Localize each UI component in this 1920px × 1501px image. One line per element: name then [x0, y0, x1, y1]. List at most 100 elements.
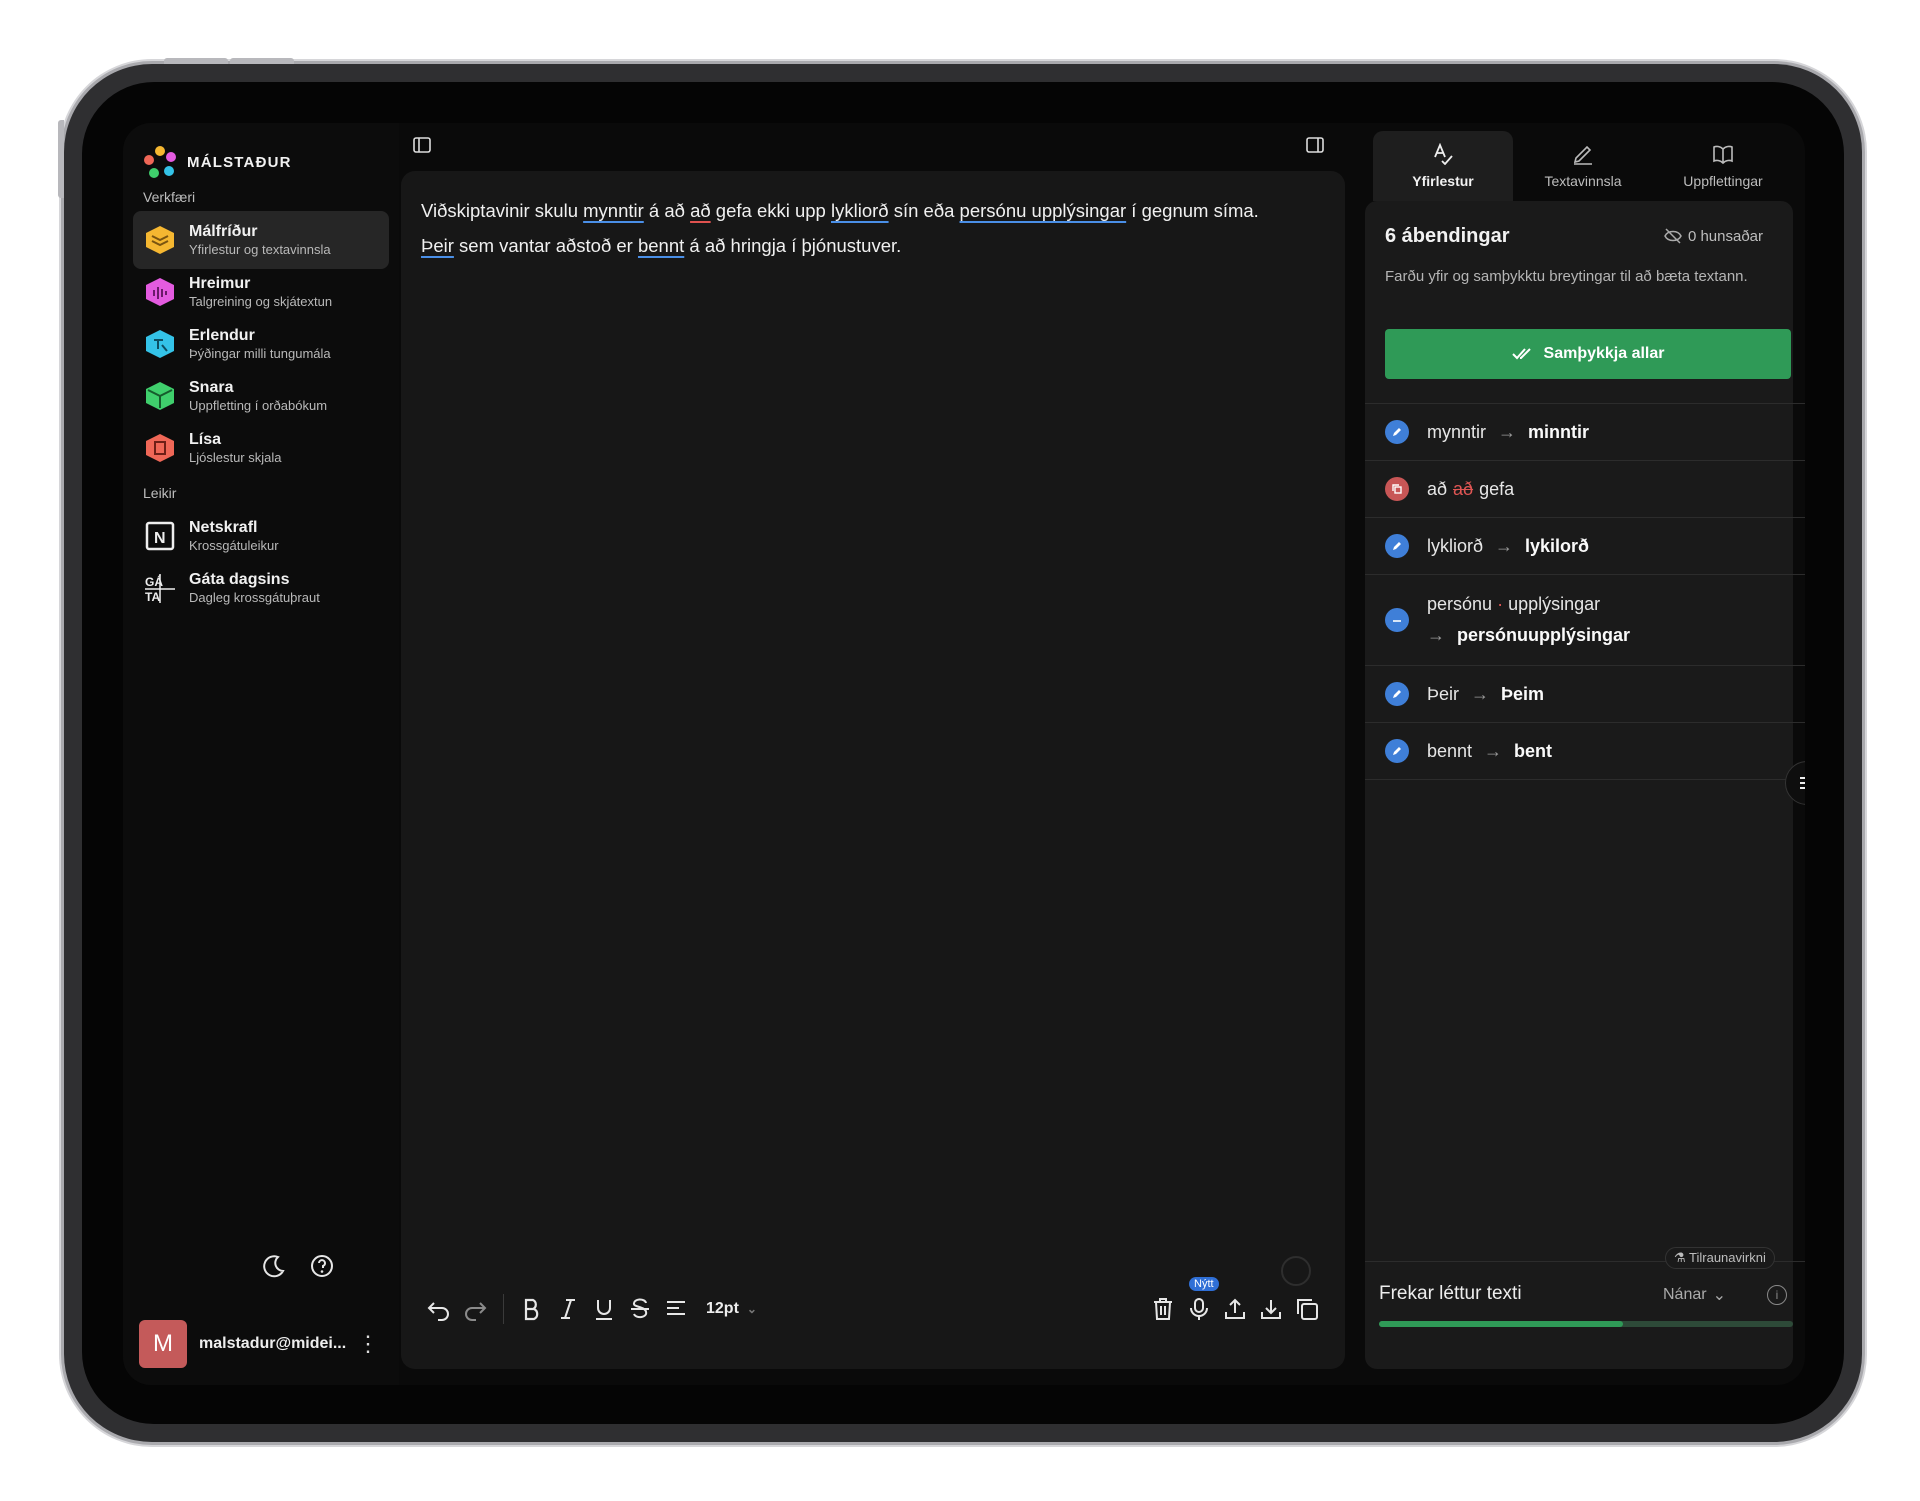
sidebar-item-snara[interactable]: Snara Uppfletting í orðabókum	[133, 367, 389, 425]
layers-icon	[146, 226, 174, 254]
suggestion-context: gefa	[1479, 478, 1515, 499]
suggestion-original: lykliorð	[1427, 535, 1484, 556]
tab-uppflettingar[interactable]: Uppflettingar	[1653, 131, 1793, 201]
tab-yfirlestur[interactable]: Yfirlestur	[1373, 131, 1513, 201]
accept-all-button[interactable]: Samþykkja allar	[1385, 329, 1791, 379]
suggestion-replacement: bent	[1514, 740, 1553, 761]
join-icon	[1385, 608, 1409, 632]
suggestion-item[interactable]: að að gefa	[1365, 460, 1805, 517]
toolbar-divider	[503, 1294, 504, 1324]
tab-label: Textavinnsla	[1544, 173, 1622, 189]
delete-button[interactable]	[1145, 1291, 1181, 1327]
suggestion-item[interactable]: persónu · upplýsingar → persónuupplýsinga…	[1365, 574, 1805, 665]
tools-section-label: Verkfæri	[143, 189, 196, 205]
text-segment: í gegnum síma.	[1126, 200, 1259, 221]
text-editor[interactable]: Viðskiptavinir skulu mynntir á að að gef…	[401, 171, 1345, 1369]
suggestion-item[interactable]: Þeir → Þeim	[1365, 665, 1805, 722]
flagged-word[interactable]: bennt	[638, 235, 684, 256]
right-panel-tabs: Yfirlestur Textavinnsla Uppflettingar	[1373, 131, 1793, 201]
panel-toggle-icon[interactable]	[1306, 137, 1324, 153]
netskrafl-icon: N	[145, 521, 175, 551]
user-menu[interactable]: M malstadur@midei... ⋮	[139, 1319, 389, 1369]
sidebar-item-title: Erlendur	[189, 327, 255, 344]
copy-icon	[1297, 1299, 1318, 1320]
sidebar-item-gata-dagsins[interactable]: GÁ TA Gáta dagsins Dagleg krossgátuþraut	[133, 559, 389, 617]
flagged-word[interactable]: lykliorð	[831, 200, 889, 221]
sidebar-item-subtitle: Talgreining og skjátextun	[189, 294, 333, 309]
upload-icon	[1225, 1298, 1245, 1319]
suggestion-original: mynntir	[1427, 421, 1487, 442]
undo-button[interactable]	[421, 1291, 457, 1327]
new-badge: Nýtt	[1189, 1277, 1219, 1291]
readability-bar-fill	[1379, 1321, 1624, 1327]
font-size-select[interactable]: 12pt ⌄	[706, 1300, 757, 1318]
microphone-icon	[1190, 1298, 1208, 1320]
double-check-icon	[1511, 348, 1531, 360]
suggestion-item[interactable]: mynntir → minntir	[1365, 403, 1805, 460]
suggestion-original: Þeir	[1427, 683, 1460, 704]
pen-icon	[1573, 145, 1592, 165]
sidebar-item-malfridur[interactable]: Málfríður Yfirlestur og textavinnsla	[133, 211, 389, 269]
tab-textavinnsla[interactable]: Textavinnsla	[1513, 131, 1653, 201]
tab-label: Uppflettingar	[1683, 173, 1763, 189]
text-segment: sem vantar aðstoð er	[453, 235, 638, 256]
readability-title: Frekar léttur texti	[1379, 1283, 1522, 1304]
redo-button[interactable]	[457, 1291, 493, 1327]
align-button[interactable]	[658, 1291, 694, 1327]
suggestion-replacement: Þeim	[1501, 683, 1545, 704]
sidebar-item-netskrafl[interactable]: N Netskrafl Krossgátuleikur	[133, 507, 389, 565]
italic-button[interactable]	[550, 1291, 586, 1327]
help-icon[interactable]	[309, 1253, 335, 1279]
suggestion-item[interactable]: lykliorð → lykilorð	[1365, 517, 1805, 574]
bold-button[interactable]	[514, 1291, 550, 1327]
text-segment: gefa ekki upp	[710, 200, 831, 221]
moon-icon[interactable]	[261, 1253, 287, 1279]
strikethrough-button[interactable]	[622, 1291, 658, 1327]
text-segment: Viðskiptavinir skulu	[421, 200, 584, 221]
sidebar-item-erlendur[interactable]: Erlendur Þýðingar milli tungumála	[133, 315, 389, 373]
user-email: malstadur@midei...	[199, 1335, 347, 1352]
gata-icon: GÁTA	[145, 574, 175, 604]
ignored-count: 0 hunsaðar	[1687, 227, 1763, 245]
flagged-word[interactable]: persónu upplýsingar	[960, 200, 1127, 221]
download-button[interactable]	[1253, 1291, 1289, 1327]
sidebar-toggle-icon[interactable]	[413, 137, 431, 153]
editor-content[interactable]: Viðskiptavinir skulu mynntir á að að gef…	[421, 193, 1315, 263]
suggestion-deleted: að	[1453, 478, 1474, 499]
info-icon[interactable]: i	[1767, 1285, 1787, 1305]
tab-label: Yfirlestur	[1412, 173, 1474, 189]
underline-button[interactable]	[586, 1291, 622, 1327]
sidebar-item-title: Netskrafl	[189, 519, 258, 536]
flagged-word[interactable]: mynntir	[583, 200, 644, 221]
sidebar-item-title: Gáta dagsins	[189, 571, 290, 588]
editor-toolbar: 12pt ⌄ Nýtt	[421, 1277, 1325, 1329]
copy-button[interactable]	[1289, 1291, 1325, 1327]
more-vertical-icon[interactable]: ⋮	[357, 1333, 379, 1355]
text-segment: á að	[643, 200, 691, 221]
waveform-icon	[146, 278, 174, 306]
volume-button	[164, 58, 228, 64]
sidebar-item-hreimur[interactable]: Hreimur Talgreining og skjátextun	[133, 263, 389, 321]
suggestions-panel: 6 ábendingar 0 hunsaðar Farðu yfir og sa…	[1365, 201, 1805, 1369]
svg-text:TA: TA	[145, 590, 160, 604]
ignored-toggle[interactable]: 0 hunsaðar	[1664, 227, 1763, 245]
cube-icon	[146, 382, 174, 410]
sidebar-item-lisa[interactable]: Lísa Ljóslestur skjala	[133, 419, 389, 477]
experimental-badge: ⚗ Tilraunavirkni	[1665, 1247, 1775, 1269]
flagged-word[interactable]: að	[690, 200, 711, 221]
underline-icon	[596, 1300, 612, 1320]
suggestion-context: að	[1427, 478, 1448, 499]
sidebar-item-title: Lísa	[189, 431, 222, 448]
app-logo[interactable]: MÁLSTAÐUR	[143, 145, 292, 179]
suggestion-item[interactable]: bennt → bent	[1365, 722, 1805, 780]
sidebar-item-subtitle: Yfirlestur og textavinnsla	[189, 242, 331, 257]
upload-button[interactable]	[1217, 1291, 1253, 1327]
flagged-word[interactable]: Þeir	[421, 235, 454, 256]
readability-details-button[interactable]: Nánar ⌄	[1663, 1285, 1726, 1305]
italic-icon	[561, 1299, 575, 1319]
align-left-icon	[667, 1301, 685, 1315]
dictation-button[interactable]: Nýtt	[1181, 1277, 1219, 1327]
suggestion-original: upplýsingar	[1508, 594, 1601, 614]
sidebar-item-subtitle: Krossgátuleikur	[189, 538, 279, 553]
accept-all-label: Samþykkja allar	[1543, 345, 1665, 362]
